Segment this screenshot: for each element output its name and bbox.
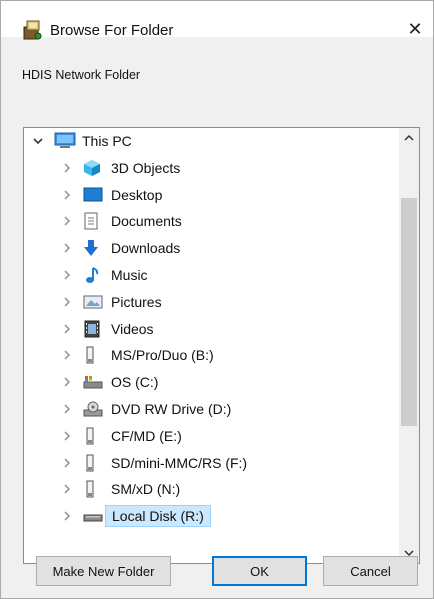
close-button[interactable]: ✕: [402, 16, 428, 42]
tree-item[interactable]: Documents: [24, 208, 399, 234]
scroll-thumb[interactable]: [401, 198, 417, 426]
tree-item[interactable]: SD/mini-MMC/RS (F:): [24, 450, 399, 476]
tree-item[interactable]: SM/xD (N:): [24, 476, 399, 502]
downloads-icon: [83, 239, 101, 257]
local-disk-icon: [83, 507, 103, 525]
tree-item[interactable]: Downloads: [24, 235, 399, 261]
chevron-right-icon[interactable]: [61, 214, 73, 228]
tree-item-label: Pictures: [111, 293, 162, 310]
tree-item-label: 3D Objects: [111, 159, 181, 176]
tree-item-label: DVD RW Drive (D:): [111, 401, 232, 417]
close-icon: ✕: [407, 18, 423, 39]
tree-item[interactable]: Desktop: [24, 182, 399, 208]
tree-item-label: MS/Pro/Duo (B:): [111, 347, 214, 364]
folder-tree[interactable]: This PC 3D Objects Desktop Documents Downloa…: [23, 127, 420, 564]
window-title: Browse For Folder: [50, 22, 174, 39]
dvd-drive-icon: [83, 400, 103, 418]
tree-item-label: Downloads: [111, 240, 181, 257]
chevron-up-icon: [404, 134, 414, 141]
removable-drive-icon: [83, 346, 101, 364]
chevron-right-icon[interactable]: [61, 161, 73, 175]
removable-drive-icon: [83, 454, 101, 472]
chevron-right-icon[interactable]: [61, 295, 73, 309]
music-icon: [83, 266, 101, 284]
chevron-right-icon[interactable]: [61, 268, 73, 282]
scroll-up-button[interactable]: [399, 128, 419, 148]
folder-browser-app-icon: [23, 19, 43, 41]
desktop-icon: [83, 186, 103, 204]
dialog-description: HDIS Network Folder: [22, 68, 141, 82]
chevron-right-icon[interactable]: [61, 456, 73, 470]
tree-item-label: OS (C:): [111, 374, 159, 391]
computer-icon: [54, 132, 76, 150]
tree-item[interactable]: CF/MD (E:): [24, 423, 399, 449]
ok-button[interactable]: OK: [212, 556, 307, 586]
videos-icon: [83, 320, 101, 338]
tree-item-label: Local Disk (R:): [105, 505, 211, 528]
tree-item[interactable]: Videos: [24, 316, 399, 342]
chevron-right-icon[interactable]: [61, 509, 73, 523]
tree-item-label: This PC: [82, 133, 132, 149]
os-drive-icon: [83, 373, 103, 391]
tree-item[interactable]: Local Disk (R:): [24, 503, 399, 529]
chevron-right-icon[interactable]: [61, 429, 73, 443]
chevron-right-icon[interactable]: [61, 348, 73, 362]
chevron-right-icon[interactable]: [61, 241, 73, 255]
tree-item[interactable]: MS/Pro/Duo (B:): [24, 342, 399, 368]
chevron-right-icon[interactable]: [61, 402, 73, 416]
tree-item-label: CF/MD (E:): [111, 427, 182, 444]
chevron-right-icon[interactable]: [61, 375, 73, 389]
chevron-down-icon[interactable]: [32, 134, 44, 148]
tree-item-label: SM/xD (N:): [111, 481, 181, 498]
tree-item[interactable]: Pictures: [24, 289, 399, 315]
vertical-scrollbar[interactable]: [399, 128, 419, 563]
chevron-right-icon[interactable]: [61, 482, 73, 496]
removable-drive-icon: [83, 427, 101, 445]
removable-drive-icon: [83, 480, 101, 498]
tree-item-label: Documents: [111, 213, 182, 230]
tree-item-label: Videos: [111, 320, 154, 337]
title-bar: Browse For Folder ✕: [1, 1, 433, 40]
documents-icon: [83, 212, 101, 230]
browse-for-folder-dialog: Browse For Folder ✕ HDIS Network Folder …: [0, 0, 434, 599]
chevron-right-icon[interactable]: [61, 322, 73, 336]
tree-item[interactable]: 3D Objects: [24, 155, 399, 181]
tree-item-label: Desktop: [111, 186, 163, 203]
tree-item-label: SD/mini-MMC/RS (F:): [111, 454, 248, 471]
tree-item[interactable]: This PC: [24, 128, 399, 154]
cancel-button[interactable]: Cancel: [323, 556, 418, 586]
make-new-folder-button[interactable]: Make New Folder: [36, 556, 171, 586]
3d-objects-icon: [83, 159, 101, 177]
tree-item[interactable]: OS (C:): [24, 369, 399, 395]
folder-tree-list: This PC 3D Objects Desktop Documents Downloa…: [24, 128, 399, 563]
pictures-icon: [83, 293, 103, 311]
tree-item[interactable]: DVD RW Drive (D:): [24, 396, 399, 422]
tree-item-label: Music: [111, 267, 148, 283]
tree-item[interactable]: Music: [24, 262, 399, 288]
chevron-right-icon[interactable]: [61, 188, 73, 202]
